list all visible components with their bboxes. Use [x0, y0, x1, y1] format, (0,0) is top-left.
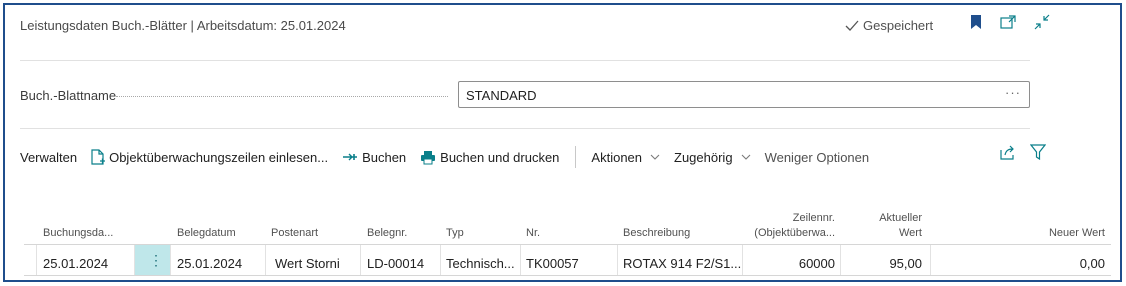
journal-name-field[interactable]: STANDARD ···: [458, 81, 1030, 108]
manage-label: Verwalten: [20, 149, 78, 165]
post-label: Buchen: [362, 149, 407, 165]
col-entry-type[interactable]: Postenart: [271, 227, 318, 240]
header-row-divider: [24, 244, 1111, 245]
action-bar: Verwalten Objektüberwachungszeilen einle…: [20, 146, 883, 168]
action-bar-icons: [1000, 144, 1046, 160]
actions-menu-label: Aktionen: [591, 149, 643, 165]
cell-new-value[interactable]: 0,00: [1000, 256, 1105, 271]
printer-icon: [420, 150, 436, 165]
cell-divider: [440, 245, 441, 275]
cell-posting-date[interactable]: 25.01.2024: [43, 256, 108, 271]
share-icon[interactable]: [1000, 145, 1016, 160]
row-actions-icon[interactable]: ⋮: [149, 250, 163, 270]
cell-divider: [170, 245, 171, 275]
page-frame: [3, 3, 1122, 282]
open-new-window-icon[interactable]: [1000, 15, 1016, 29]
col-current-value-line2: Wert: [898, 227, 922, 239]
field-divider: [20, 128, 1030, 129]
import-lines-label: Objektüberwachungszeilen einlesen...: [109, 149, 329, 165]
cell-current-value[interactable]: 95,00: [840, 256, 922, 271]
import-lines-button[interactable]: Objektüberwachungszeilen einlesen...: [91, 149, 328, 165]
col-line-no-line1: Zeilennr.: [792, 212, 835, 224]
col-new-value[interactable]: Neuer Wert: [1000, 227, 1105, 240]
cell-line-no[interactable]: 60000: [745, 256, 835, 271]
related-menu-label: Zugehörig: [674, 149, 733, 165]
fewer-options-label: Weniger Optionen: [764, 149, 870, 165]
page-title: Leistungsdaten Buch.-Blätter | Arbeitsda…: [20, 18, 346, 33]
more-options-icon[interactable]: ···: [1005, 85, 1021, 100]
cell-document-no[interactable]: LD-00014: [367, 256, 424, 271]
cell-divider: [520, 245, 521, 275]
cell-divider: [134, 245, 135, 275]
filter-icon[interactable]: [1030, 144, 1046, 160]
col-line-no-line2: (Objektüberwa...: [754, 227, 835, 239]
row-divider: [24, 275, 1111, 276]
saved-label: Gespeichert: [863, 18, 934, 33]
chevron-down-icon: [741, 151, 751, 163]
col-current-value[interactable]: Aktueller Wert: [840, 212, 922, 240]
checkmark-icon: [845, 20, 859, 32]
header-icons: [970, 14, 1050, 30]
cell-description[interactable]: ROTAX 914 F2/S1...: [623, 256, 741, 271]
post-button[interactable]: Buchen: [342, 150, 406, 165]
saved-status: Gespeichert: [845, 18, 933, 33]
col-line-no[interactable]: Zeilennr. (Objektüberwa...: [745, 212, 835, 240]
cell-divider: [617, 245, 618, 275]
action-separator: [575, 146, 577, 168]
header-divider: [20, 60, 1030, 61]
cell-divider: [742, 245, 743, 275]
col-type[interactable]: Typ: [446, 227, 464, 240]
col-no[interactable]: Nr.: [526, 227, 540, 240]
actions-menu[interactable]: Aktionen: [591, 150, 660, 165]
journal-name-value: STANDARD: [466, 88, 537, 103]
chevron-down-icon: [650, 151, 660, 163]
post-icon: [342, 151, 358, 163]
col-posting-date[interactable]: Buchungsda...: [43, 227, 113, 240]
cell-no[interactable]: TK00057: [526, 256, 579, 271]
col-document-no[interactable]: Belegnr.: [367, 227, 407, 240]
cell-divider: [930, 245, 931, 275]
post-and-print-label: Buchen und drucken: [440, 149, 560, 165]
cell-divider: [265, 245, 266, 275]
cell-document-date[interactable]: 25.01.2024: [177, 256, 242, 271]
cell-entry-type[interactable]: Wert Storni: [275, 256, 357, 271]
cell-type[interactable]: Technisch...: [446, 256, 515, 271]
bookmark-icon[interactable]: [970, 14, 982, 30]
manage-button[interactable]: Verwalten: [20, 150, 77, 165]
fewer-options-button[interactable]: Weniger Optionen: [765, 150, 870, 165]
col-current-value-line1: Aktueller: [879, 212, 922, 224]
col-description[interactable]: Beschreibung: [623, 227, 690, 240]
cell-divider: [36, 245, 37, 275]
field-dots-leader: [116, 96, 448, 97]
journal-name-label: Buch.-Blattname: [20, 88, 117, 103]
post-and-print-button[interactable]: Buchen und drucken: [420, 150, 559, 165]
document-add-icon: [91, 149, 106, 165]
collapse-icon[interactable]: [1034, 14, 1050, 30]
related-menu[interactable]: Zugehörig: [674, 150, 751, 165]
col-document-date[interactable]: Belegdatum: [177, 227, 236, 240]
cell-divider: [360, 245, 361, 275]
